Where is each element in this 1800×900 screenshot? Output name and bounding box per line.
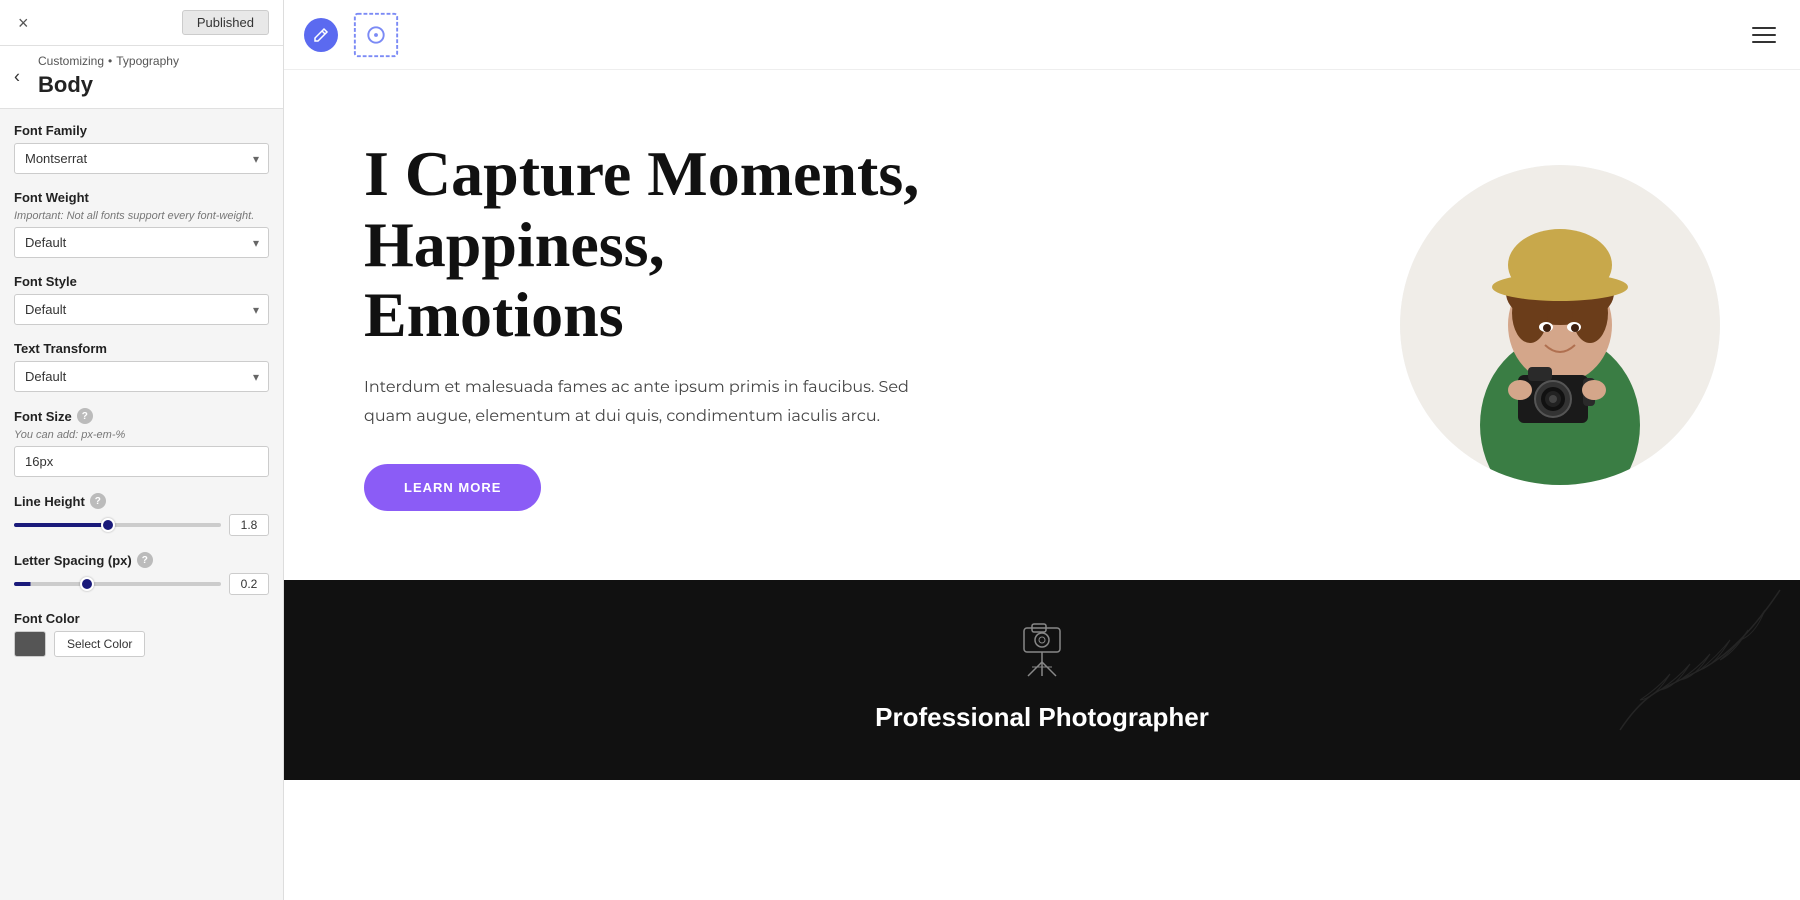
letter-spacing-group: Letter Spacing (px) ? xyxy=(14,552,269,595)
hero-text: I Capture Moments, Happiness, Emotions I… xyxy=(364,139,924,511)
font-size-group: Font Size ? You can add: px-em-% xyxy=(14,408,269,477)
hamburger-line-3 xyxy=(1752,41,1776,43)
hamburger-line-1 xyxy=(1752,27,1776,29)
letter-spacing-slider-row xyxy=(14,573,269,595)
footer-tripod-icon xyxy=(1012,620,1072,690)
preview-panel: I Capture Moments, Happiness, Emotions I… xyxy=(284,0,1800,900)
text-transform-select[interactable]: Default NoneCapitalize UppercaseLowercas… xyxy=(14,361,269,392)
breadcrumb-separator: • xyxy=(108,54,112,68)
font-weight-select-wrapper: Default 100200300 400500600 700800900 xyxy=(14,227,269,258)
breadcrumb-container: ‹ Customizing • Typography Body xyxy=(0,46,283,109)
close-button[interactable]: × xyxy=(14,12,33,34)
line-height-label-row: Line Height ? xyxy=(14,493,269,509)
font-size-info-icon[interactable]: ? xyxy=(77,408,93,424)
hero-title: I Capture Moments, Happiness, Emotions xyxy=(364,139,924,350)
font-style-select-wrapper: Default NormalItalicOblique xyxy=(14,294,269,325)
hero-section: I Capture Moments, Happiness, Emotions I… xyxy=(284,70,1800,580)
leaf-decoration xyxy=(1600,580,1800,780)
preview-topbar xyxy=(284,0,1800,70)
hero-subtitle: Interdum et malesuada fames ac ante ipsu… xyxy=(364,374,924,432)
breadcrumb-customizing[interactable]: Customizing xyxy=(38,54,104,68)
letter-spacing-info-icon[interactable]: ? xyxy=(137,552,153,568)
font-style-group: Font Style Default NormalItalicOblique xyxy=(14,274,269,325)
font-weight-select[interactable]: Default 100200300 400500600 700800900 xyxy=(14,227,269,258)
font-family-group: Font Family Montserrat xyxy=(14,123,269,174)
font-size-label: Font Size xyxy=(14,409,72,424)
pencil-icon xyxy=(313,27,329,43)
footer-title: Professional Photographer xyxy=(875,702,1209,733)
font-color-swatch[interactable] xyxy=(14,631,46,657)
preview-content: I Capture Moments, Happiness, Emotions I… xyxy=(284,70,1800,900)
footer-section: Professional Photographer xyxy=(284,580,1800,780)
hero-image xyxy=(1400,165,1720,485)
panel-body: Font Family Montserrat Font Weight Impor… xyxy=(0,109,283,671)
line-height-value[interactable] xyxy=(229,514,269,536)
breadcrumb: Customizing • Typography xyxy=(38,54,269,68)
font-style-select[interactable]: Default NormalItalicOblique xyxy=(14,294,269,325)
font-family-label: Font Family xyxy=(14,123,269,138)
line-height-label: Line Height xyxy=(14,494,85,509)
font-color-group: Font Color Select Color xyxy=(14,611,269,657)
letter-spacing-slider[interactable] xyxy=(14,582,221,586)
line-height-group: Line Height ? xyxy=(14,493,269,536)
back-button[interactable]: ‹ xyxy=(10,67,24,88)
preview-tools-left xyxy=(304,9,402,61)
section-title: Body xyxy=(38,68,269,98)
hamburger-button[interactable] xyxy=(1748,23,1780,47)
font-style-label: Font Style xyxy=(14,274,269,289)
font-size-sublabel: You can add: px-em-% xyxy=(14,429,269,441)
font-weight-label: Font Weight xyxy=(14,190,269,205)
select-color-button[interactable]: Select Color xyxy=(54,631,145,657)
font-weight-group: Font Weight Important: Not all fonts sup… xyxy=(14,190,269,258)
font-weight-sublabel: Important: Not all fonts support every f… xyxy=(14,210,269,222)
line-height-slider-row xyxy=(14,514,269,536)
customizer-panel: × Published ‹ Customizing • Typography B… xyxy=(0,0,284,900)
published-button[interactable]: Published xyxy=(182,10,269,35)
target-icon[interactable] xyxy=(350,9,402,61)
hero-image-container xyxy=(1400,165,1720,485)
pencil-icon-button[interactable] xyxy=(304,18,338,52)
line-height-info-icon[interactable]: ? xyxy=(90,493,106,509)
panel-header: × Published xyxy=(0,0,283,46)
font-color-swatch-row: Select Color xyxy=(14,631,269,657)
font-color-label: Font Color xyxy=(14,611,269,626)
line-height-slider[interactable] xyxy=(14,523,221,527)
tripod-svg xyxy=(1012,620,1072,680)
text-transform-group: Text Transform Default NoneCapitalize Up… xyxy=(14,341,269,392)
letter-spacing-value[interactable] xyxy=(229,573,269,595)
font-size-label-row: Font Size ? xyxy=(14,408,269,424)
letter-spacing-label: Letter Spacing (px) xyxy=(14,553,132,568)
text-transform-select-wrapper: Default NoneCapitalize UppercaseLowercas… xyxy=(14,361,269,392)
breadcrumb-inner: Customizing • Typography Body xyxy=(14,54,269,98)
font-family-select-wrapper: Montserrat xyxy=(14,143,269,174)
letter-spacing-label-row: Letter Spacing (px) ? xyxy=(14,552,269,568)
hamburger-line-2 xyxy=(1752,34,1776,36)
text-transform-label: Text Transform xyxy=(14,341,269,356)
breadcrumb-typography[interactable]: Typography xyxy=(116,54,179,68)
learn-more-button[interactable]: LEARN MORE xyxy=(364,464,541,511)
font-size-input[interactable] xyxy=(14,446,269,477)
panel-header-left: × xyxy=(14,12,33,34)
font-family-select[interactable]: Montserrat xyxy=(14,143,269,174)
